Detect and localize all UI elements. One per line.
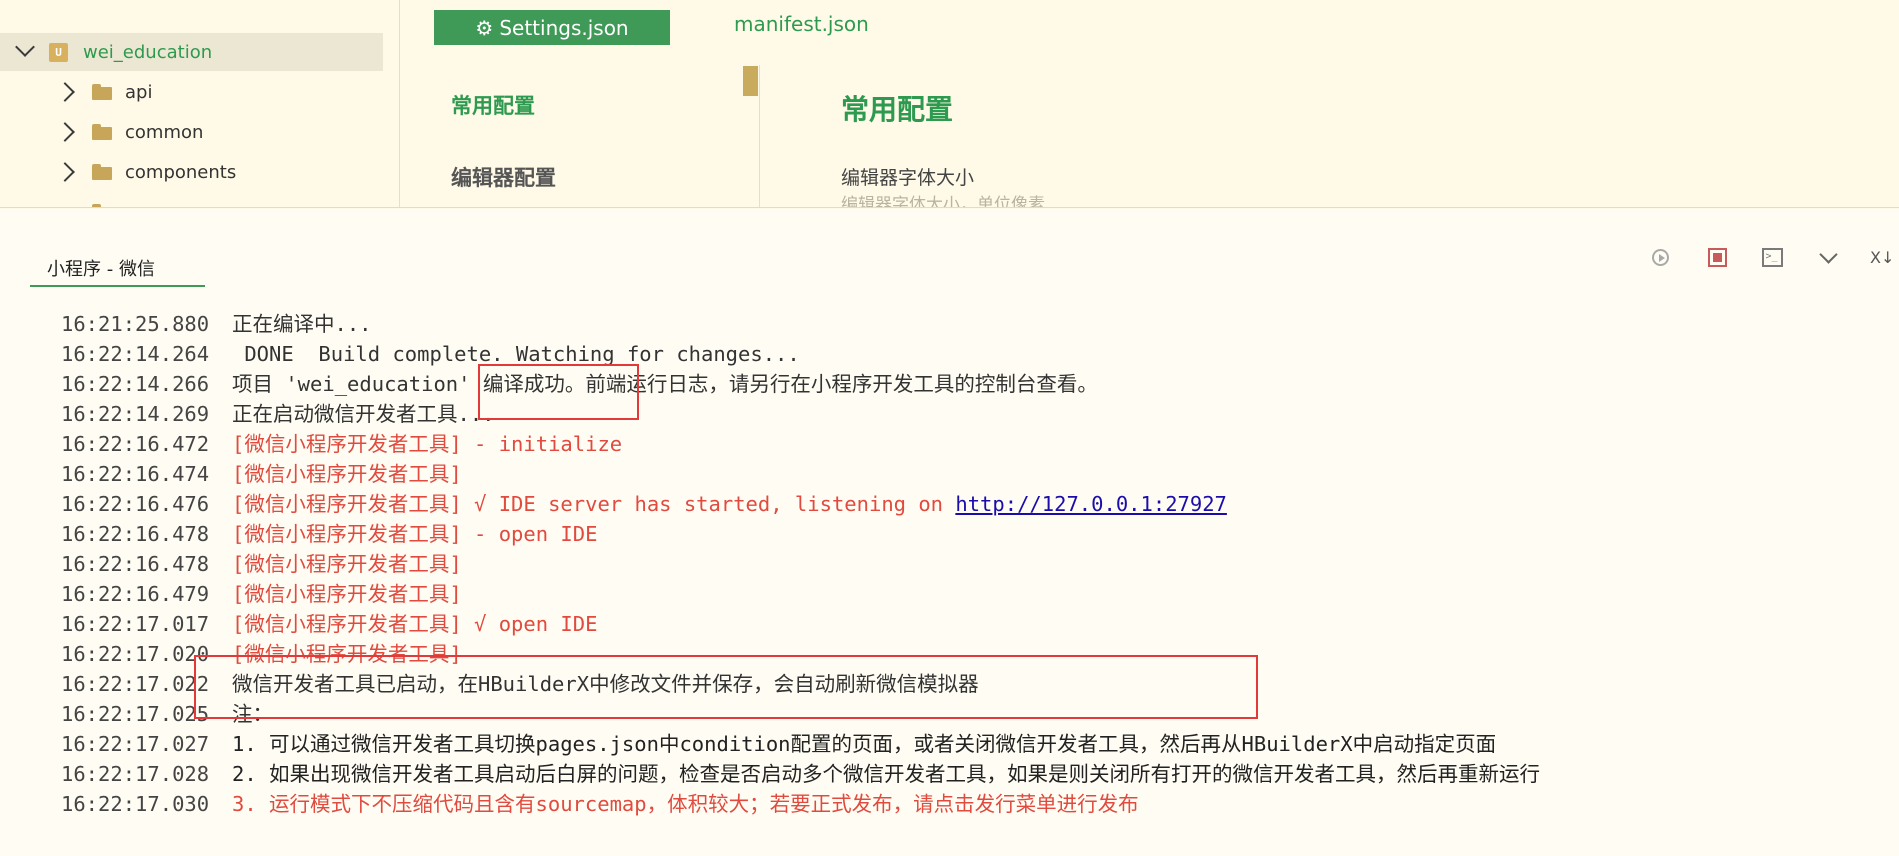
tab-label: Settings.json bbox=[499, 15, 629, 40]
log-message: [微信小程序开发者工具] √ open IDE bbox=[232, 612, 598, 636]
highlight-box-compile-success bbox=[478, 364, 639, 420]
console-panel: 小程序 - 微信 >_ X↓ 16:21:25.880 正在编译中... 16:2… bbox=[0, 209, 1899, 856]
chevron-right-icon[interactable] bbox=[55, 82, 75, 102]
log-message: [微信小程序开发者工具] bbox=[232, 462, 462, 486]
log-timestamp: 16:22:16.472 bbox=[61, 432, 210, 456]
tree-item-folder-partial[interactable] bbox=[0, 193, 383, 207]
log-line: 16:22:17.027 1. 可以通过微信开发者工具切换pages.json中c… bbox=[61, 729, 1496, 759]
log-line: 16:22:16.476 [微信小程序开发者工具] √ IDE server ha… bbox=[61, 489, 1227, 519]
log-line: 16:22:14.264 DONE Build complete. Watchi… bbox=[61, 339, 800, 369]
log-message: DONE Build complete. Watching for change… bbox=[232, 342, 800, 366]
log-timestamp: 16:22:17.027 bbox=[61, 732, 210, 756]
log-timestamp: 16:22:17.017 bbox=[61, 612, 210, 636]
section-title: 常用配置 bbox=[841, 93, 954, 126]
log-message: 正在启动微信开发者工具... bbox=[232, 402, 495, 426]
log-timestamp: 16:22:14.269 bbox=[61, 402, 210, 426]
terminal-icon[interactable]: >_ bbox=[1760, 245, 1784, 269]
settings-editor: ⚙ Settings.json manifest.json 常用配置 编辑器配置… bbox=[401, 0, 1899, 208]
log-line: 16:22:17.030 3. 运行模式下不压缩代码且含有sourcemap，体积… bbox=[61, 789, 1139, 819]
folder-label: api bbox=[125, 81, 153, 103]
folder-label: components bbox=[125, 161, 237, 183]
log-line: 16:22:17.017 [微信小程序开发者工具] √ open IDE bbox=[61, 609, 597, 639]
folder-icon bbox=[92, 124, 112, 140]
folder-icon bbox=[92, 164, 112, 180]
top-region: U wei_education api common components ⚙ … bbox=[0, 0, 1899, 208]
log-line: 16:22:14.269 正在启动微信开发者工具... bbox=[61, 399, 495, 429]
settings-nav-editor[interactable]: 编辑器配置 bbox=[451, 162, 556, 192]
gear-icon: ⚙ bbox=[475, 15, 494, 40]
log-message: [微信小程序开发者工具] bbox=[232, 552, 462, 576]
divider bbox=[759, 65, 760, 207]
log-timestamp: 16:22:16.479 bbox=[61, 582, 210, 606]
project-name: wei_education bbox=[83, 41, 213, 63]
log-message: 正在编译中... bbox=[232, 312, 372, 336]
folder-icon bbox=[92, 204, 112, 207]
log-timestamp: 16:22:16.476 bbox=[61, 492, 210, 516]
log-message: [微信小程序开发者工具] - open IDE bbox=[232, 522, 598, 546]
server-url-link[interactable]: http://127.0.0.1:27927 bbox=[955, 492, 1227, 516]
log-line: 16:22:16.478 [微信小程序开发者工具] - open IDE bbox=[61, 519, 597, 549]
tree-item-folder[interactable]: components bbox=[0, 153, 383, 191]
log-timestamp: 16:22:14.264 bbox=[61, 342, 210, 366]
highlight-box-devtools-started bbox=[194, 655, 1258, 719]
chevron-down-icon[interactable] bbox=[15, 37, 35, 57]
log-message: [微信小程序开发者工具] - initialize bbox=[232, 432, 623, 456]
log-line: 16:22:16.472 [微信小程序开发者工具] - initialize bbox=[61, 429, 622, 459]
log-message: [微信小程序开发者工具] bbox=[232, 582, 462, 606]
log-timestamp: 16:22:16.474 bbox=[61, 462, 210, 486]
tab-manifest-json[interactable]: manifest.json bbox=[734, 12, 869, 36]
log-timestamp: 16:22:14.266 bbox=[61, 372, 210, 396]
log-message: [微信小程序开发者工具] √ IDE server has started, l… bbox=[232, 492, 956, 516]
log-line: 16:22:16.479 [微信小程序开发者工具] bbox=[61, 579, 462, 609]
tree-item-folder[interactable]: common bbox=[0, 113, 383, 151]
log-message: 项目 'wei_education' 编译成功。前端运行日志，请另行在小程序开发… bbox=[232, 372, 1098, 396]
tab-settings-json[interactable]: ⚙ Settings.json bbox=[434, 10, 670, 45]
log-line: 16:22:16.478 [微信小程序开发者工具] bbox=[61, 549, 462, 579]
chevron-right-icon[interactable] bbox=[55, 122, 75, 142]
clear-console-icon[interactable]: X↓ bbox=[1870, 245, 1899, 269]
log-line: 16:21:25.880 正在编译中... bbox=[61, 309, 372, 339]
log-message: 3. 运行模式下不压缩代码且含有sourcemap，体积较大；若要正式发布，请点… bbox=[232, 792, 1139, 816]
tree-item-project[interactable]: U wei_education bbox=[0, 33, 383, 71]
log-timestamp: 16:22:16.478 bbox=[61, 522, 210, 546]
log-line: 16:22:17.028 2. 如果出现微信开发者工具启动后白屏的问题，检查是否启… bbox=[61, 759, 1540, 789]
folder-label: common bbox=[125, 121, 204, 143]
chevron-right-icon[interactable] bbox=[55, 162, 75, 182]
log-line: 16:22:16.474 [微信小程序开发者工具] bbox=[61, 459, 462, 489]
stop-icon[interactable] bbox=[1705, 245, 1729, 269]
project-icon: U bbox=[49, 42, 68, 62]
project-explorer: U wei_education api common components bbox=[0, 0, 400, 207]
setting-description: 编辑器字体大小，单位像素 bbox=[841, 195, 1045, 208]
restart-icon[interactable] bbox=[1648, 245, 1672, 269]
log-message: 2. 如果出现微信开发者工具启动后白屏的问题，检查是否启动多个微信开发者工具，如… bbox=[232, 762, 1541, 786]
log-timestamp: 16:22:16.478 bbox=[61, 552, 210, 576]
settings-nav-scrollbar[interactable] bbox=[743, 66, 758, 96]
collapse-panel-icon[interactable] bbox=[1816, 244, 1840, 269]
log-message: 1. 可以通过微信开发者工具切换pages.json中condition配置的页… bbox=[232, 732, 1497, 756]
setting-label: 编辑器字体大小 bbox=[841, 167, 975, 189]
log-timestamp: 16:21:25.880 bbox=[61, 312, 210, 336]
settings-nav-general[interactable]: 常用配置 bbox=[451, 90, 535, 120]
log-timestamp: 16:22:17.028 bbox=[61, 762, 210, 786]
tab-console-wechat[interactable]: 小程序 - 微信 bbox=[30, 247, 205, 287]
tree-item-folder[interactable]: api bbox=[0, 73, 383, 111]
log-timestamp: 16:22:17.030 bbox=[61, 792, 210, 816]
folder-icon bbox=[92, 84, 112, 100]
